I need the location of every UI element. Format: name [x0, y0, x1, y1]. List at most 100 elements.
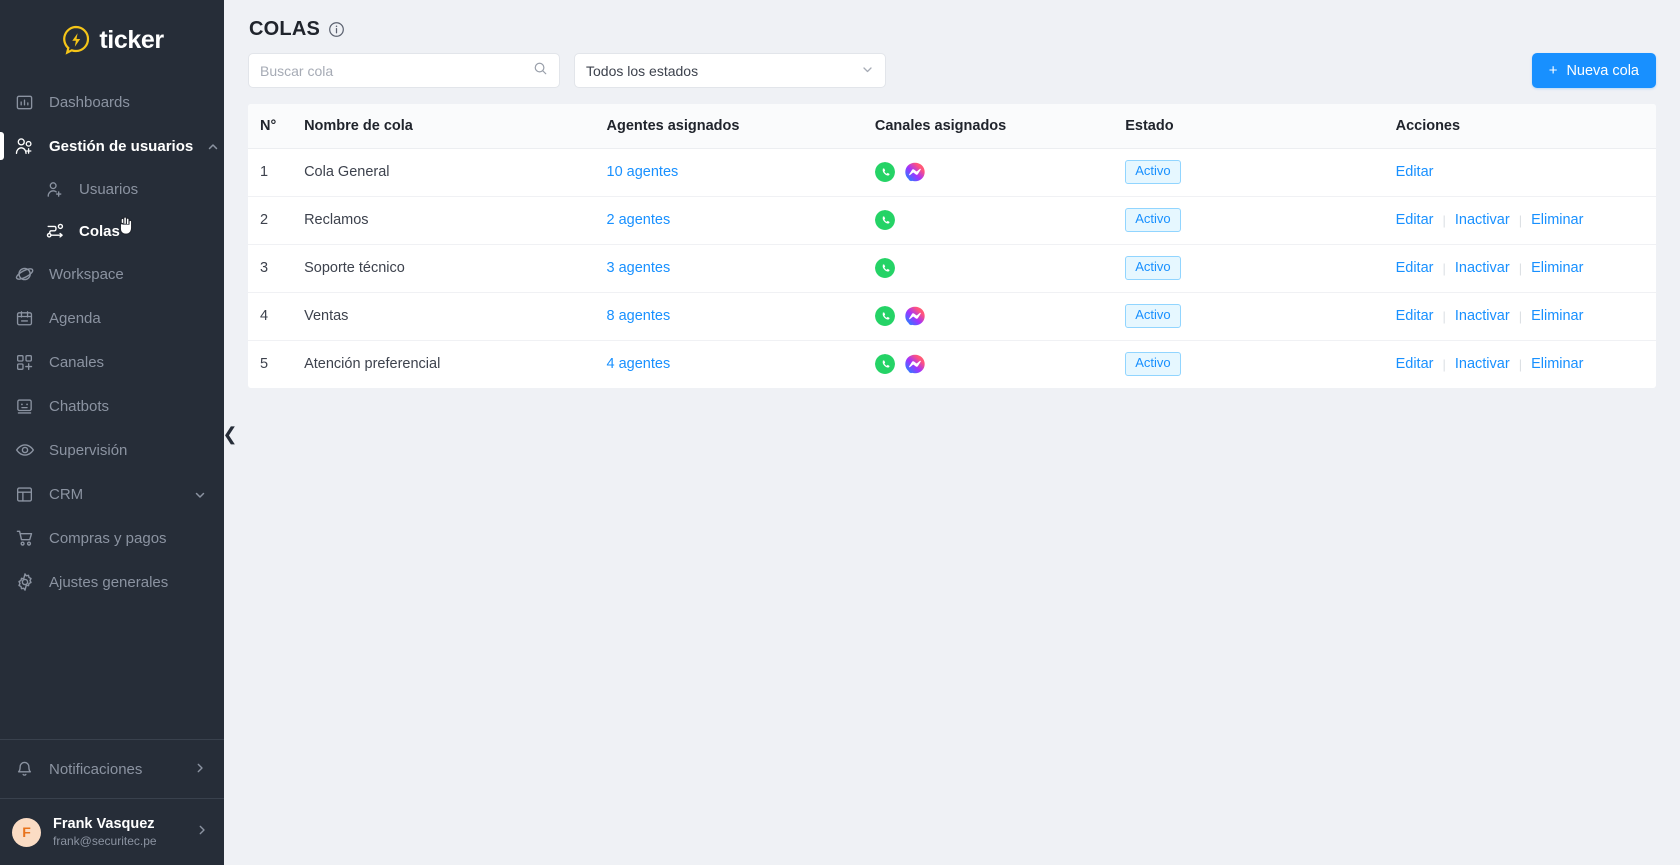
action-separator: |: [1518, 212, 1523, 228]
sidebar-item-crm[interactable]: CRM: [0, 472, 224, 516]
table-row: 1 Cola General 10 agentes Activo Editar: [248, 148, 1656, 197]
cell-estado: Activo: [1125, 340, 1395, 388]
status-badge: Activo: [1125, 256, 1181, 280]
user-account-row[interactable]: F Frank Vasquez frank@securitec.pe: [0, 799, 224, 865]
cell-canales-asignados: [874, 196, 1126, 245]
whatsapp-icon[interactable]: [874, 210, 895, 230]
search-queue-field[interactable]: [248, 53, 560, 88]
cell-numero: 5: [260, 356, 269, 373]
new-queue-label: Nueva cola: [1566, 62, 1639, 79]
whatsapp-icon[interactable]: [874, 258, 895, 278]
agents-count-link[interactable]: 8 agentes: [607, 308, 671, 324]
cell-estado: Activo: [1125, 292, 1396, 341]
sidebar-item-ajustes-generales[interactable]: Ajustes generales: [0, 560, 224, 604]
sidebar-item-label: Usuarios: [79, 180, 139, 198]
info-circle-icon[interactable]: [328, 21, 345, 38]
sidebar-item-compras-y-pagos[interactable]: Compras y pagos: [0, 516, 224, 560]
action-links: Editar: [1396, 164, 1656, 180]
cell-agentes-asignados: 3 agentes: [606, 244, 875, 293]
agents-count-link[interactable]: 4 agentes: [607, 356, 671, 372]
cell-canales-asignados: [874, 244, 1126, 293]
messenger-icon[interactable]: [905, 162, 925, 182]
sidebar-item-label: Dashboards: [49, 93, 130, 111]
cell-nombre-de-cola: Soporte técnico: [304, 244, 607, 293]
sidebar-item-label: Workspace: [49, 265, 124, 283]
action-link-eliminar[interactable]: Eliminar: [1531, 356, 1583, 372]
channel-icon-group: [874, 162, 1125, 182]
search-input[interactable]: [260, 62, 525, 79]
action-separator: |: [1518, 356, 1523, 372]
sidebar-item-agenda[interactable]: Agenda: [0, 296, 224, 340]
cell-canales-asignados: [874, 292, 1126, 341]
sidebar-item-label: Colas: [79, 222, 120, 240]
agents-count-link[interactable]: 2 agentes: [607, 212, 671, 228]
action-link-inactivar[interactable]: Inactivar: [1455, 356, 1510, 372]
messenger-icon[interactable]: [905, 306, 925, 326]
cell-numero: 4: [248, 292, 305, 341]
mouse-cursor: [117, 215, 135, 237]
action-separator: |: [1442, 212, 1446, 228]
app-root: ticker Dashboards Gestión de usuarios Us…: [0, 0, 1680, 865]
action-link-inactivar[interactable]: Inactivar: [1455, 260, 1510, 276]
table-header-row: N° Nombre de cola Agentes asignados Cana…: [248, 104, 1656, 149]
table-row: 5 Atención preferencial 4 agentes Activo Edi…: [248, 340, 1656, 388]
sidebar-item-supervision[interactable]: Supervisión: [0, 428, 224, 472]
users-add-icon: [14, 136, 35, 157]
toolbar: Todos los estados + Nueva cola: [248, 53, 1656, 104]
robot-face-icon: [14, 396, 35, 417]
cell-acciones: Editar | Inactivar | Eliminar: [1395, 196, 1656, 245]
whatsapp-icon[interactable]: [874, 162, 895, 182]
sidebar-collapse-handle[interactable]: ❮: [222, 420, 238, 448]
cell-acciones: Editar: [1395, 148, 1656, 197]
chevron-down-icon[interactable]: [194, 488, 206, 500]
action-link-editar[interactable]: Editar: [1396, 212, 1434, 228]
sidebar-item-usuarios[interactable]: Usuarios: [0, 168, 224, 210]
sidebar-item-colas[interactable]: Colas: [0, 210, 224, 252]
sidebar-item-gestion-de-usuarios[interactable]: Gestión de usuarios: [0, 124, 224, 168]
chevron-up-icon[interactable]: [207, 140, 219, 152]
cell-numero: 1: [248, 148, 305, 197]
cell-agentes-asignados: 2 agentes: [606, 196, 875, 245]
channel-icon-group: [874, 354, 1125, 375]
messenger-icon[interactable]: [905, 354, 925, 375]
action-links: Editar | Inactivar | Eliminar: [1396, 212, 1656, 228]
action-link-editar[interactable]: Editar: [1396, 308, 1434, 324]
cell-estado: Activo: [1125, 196, 1396, 245]
agents-count-link[interactable]: 3 agentes: [607, 260, 671, 276]
action-separator: |: [1518, 308, 1523, 324]
sidebar-item-notificaciones[interactable]: Notificaciones: [0, 740, 224, 798]
user-add-icon: [44, 179, 65, 200]
sidebar-item-dashboards[interactable]: Dashboards: [0, 80, 224, 124]
user-name: Frank Vasquez: [53, 815, 155, 832]
action-link-editar[interactable]: Editar: [1396, 356, 1434, 372]
sidebar-item-canales[interactable]: Canales: [0, 340, 224, 384]
search-icon[interactable]: [533, 61, 548, 81]
whatsapp-icon[interactable]: [874, 306, 895, 326]
action-link-inactivar[interactable]: Inactivar: [1455, 308, 1510, 324]
cell-numero: 3: [248, 244, 305, 293]
action-link-editar[interactable]: Editar: [1396, 260, 1434, 276]
cell-numero: 2: [248, 196, 305, 245]
main-content: COLAS Todos los est: [224, 0, 1680, 865]
sidebar-item-label: Ajustes generales: [49, 573, 169, 591]
action-link-eliminar[interactable]: Eliminar: [1531, 212, 1583, 228]
action-links: Editar | Inactivar | Eliminar: [1396, 356, 1656, 372]
queues-table-card: N° Nombre de cola Agentes asignados Cana…: [248, 104, 1656, 388]
action-link-eliminar[interactable]: Eliminar: [1531, 260, 1583, 276]
action-link-inactivar[interactable]: Inactivar: [1455, 212, 1510, 228]
sidebar-item-workspace[interactable]: Workspace: [0, 252, 224, 296]
table-row: 3 Soporte técnico 3 agentes Activo Editar | In…: [248, 244, 1656, 293]
sidebar-item-label: CRM: [49, 485, 84, 503]
bell-icon: [14, 759, 35, 780]
action-link-eliminar[interactable]: Eliminar: [1531, 308, 1583, 324]
agents-count-link[interactable]: 10 agentes: [607, 164, 679, 180]
new-queue-button[interactable]: + Nueva cola: [1531, 53, 1656, 88]
whatsapp-icon[interactable]: [874, 354, 895, 375]
cell-estado: Activo: [1125, 244, 1396, 293]
sidebar-item-chatbots[interactable]: Chatbots: [0, 384, 224, 428]
action-link-editar[interactable]: Editar: [1396, 164, 1434, 180]
chevron-down-icon[interactable]: [861, 63, 874, 79]
status-filter-select[interactable]: Todos los estados: [574, 53, 886, 88]
action-links: Editar | Inactivar | Eliminar: [1396, 308, 1656, 324]
cell-agentes-asignados: 10 agentes: [606, 148, 875, 197]
